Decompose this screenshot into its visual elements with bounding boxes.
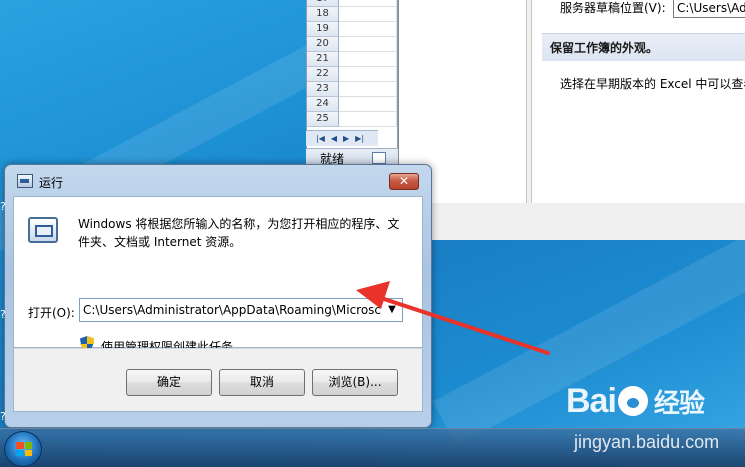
next-sheet-icon[interactable]: ▶ (343, 134, 349, 143)
run-dialog: 运行 ✕ Windows 将根据您所输入的名称，为您打开相应的程序、文件夹、文档… (4, 164, 432, 428)
grid-cell[interactable] (339, 82, 397, 97)
dialog-title: 运行 (39, 176, 64, 190)
close-button[interactable]: ✕ (389, 173, 419, 190)
grid-cell[interactable] (339, 112, 397, 127)
excel-options-dialog: 服务器草稿位置(V): C:\Users\Ad 保留工作簿的外观。 选择在早期版… (398, 0, 745, 240)
grid-cell[interactable] (339, 7, 397, 22)
watermark-text: Bai (566, 382, 617, 420)
grid-cell[interactable] (339, 52, 397, 67)
draft-location-label: 服务器草稿位置(V): (560, 1, 666, 15)
row-header[interactable]: 19 (307, 22, 339, 37)
cancel-button[interactable]: 取消 (219, 369, 305, 396)
sheet-navigation: |◀ ◀ ▶ ▶| (306, 130, 378, 146)
dropdown-arrow-icon[interactable]: ▼ (382, 299, 402, 321)
dialog-footer: 确定 取消 浏览(B)... (13, 348, 423, 412)
dialog-description: Windows 将根据您所输入的名称，为您打开相应的程序、文件夹、文档或 Int… (78, 217, 400, 249)
grid-cell[interactable] (339, 97, 397, 112)
row-header[interactable]: 21 (307, 52, 339, 67)
browse-button[interactable]: 浏览(B)... (312, 369, 398, 396)
row-header[interactable]: 25 (307, 112, 339, 127)
row-header[interactable]: 23 (307, 82, 339, 97)
windows-logo-icon (16, 442, 32, 456)
grid-cell[interactable] (339, 37, 397, 52)
dialog-body: Windows 将根据您所输入的名称，为您打开相应的程序、文件夹、文档或 Int… (13, 196, 423, 354)
row-header[interactable]: 24 (307, 97, 339, 112)
section-title: 保留工作簿的外观。 (542, 33, 745, 61)
grid-cell[interactable] (339, 67, 397, 82)
watermark-text: 经验 (653, 388, 705, 418)
first-sheet-icon[interactable]: |◀ (316, 134, 325, 143)
prev-sheet-icon[interactable]: ◀ (331, 134, 337, 143)
open-combobox[interactable]: C:\Users\Administrator\AppData\Roaming\M… (79, 298, 403, 322)
start-button[interactable] (4, 431, 42, 467)
row-header[interactable]: 22 (307, 67, 339, 82)
edge-artifact: ? (0, 410, 6, 423)
run-icon (28, 217, 58, 243)
grid-cell[interactable] (339, 0, 397, 7)
paw-icon (617, 386, 648, 416)
options-content-pane: 服务器草稿位置(V): C:\Users\Ad 保留工作簿的外观。 选择在早期版… (531, 0, 745, 203)
page-layout-icon[interactable] (372, 152, 386, 164)
open-label: 打开(O): (28, 306, 75, 320)
row-header[interactable]: 17 (307, 0, 339, 7)
row-header[interactable]: 18 (307, 7, 339, 22)
edge-artifact: ? (0, 200, 6, 213)
grid-cell[interactable] (339, 22, 397, 37)
last-sheet-icon[interactable]: ▶| (355, 134, 364, 143)
row-header[interactable]: 20 (307, 37, 339, 52)
baidu-watermark-logo: Bai 经验 (566, 382, 705, 421)
ok-button[interactable]: 确定 (126, 369, 212, 396)
edge-artifact: ? (0, 308, 6, 321)
watermark-url: jingyan.baidu.com (574, 432, 720, 452)
section-description: 选择在早期版本的 Excel 中可以查看 (560, 77, 745, 91)
draft-location-input[interactable]: C:\Users\Ad (673, 0, 745, 18)
run-app-icon (17, 174, 33, 188)
open-input[interactable]: C:\Users\Administrator\AppData\Roaming\M… (83, 301, 381, 319)
